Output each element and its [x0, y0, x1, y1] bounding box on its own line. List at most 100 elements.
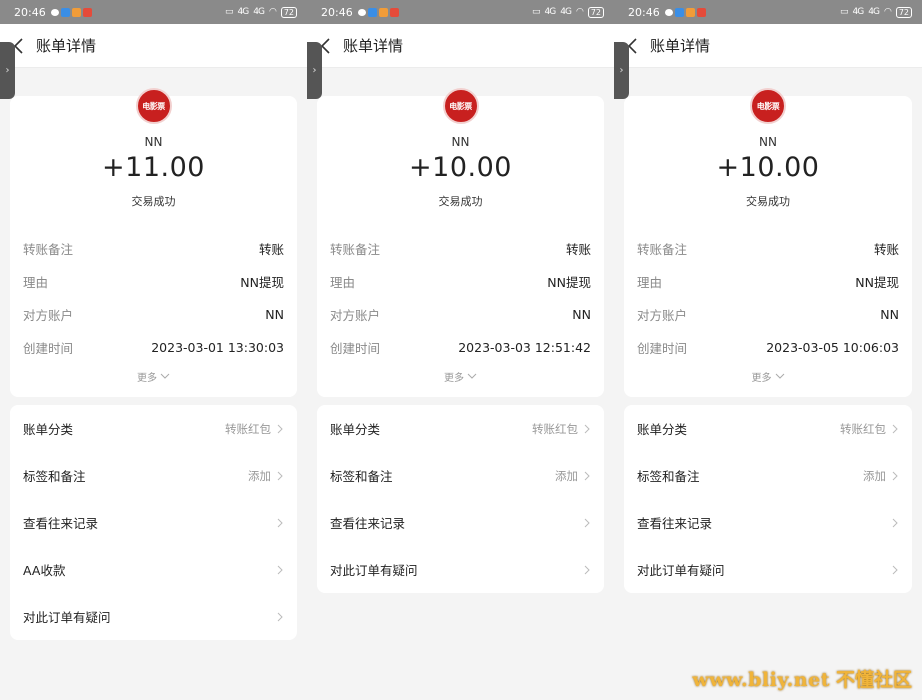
chat-notification-icon [50, 8, 59, 16]
menu-item-order-question[interactable]: 对此订单有疑问 [317, 546, 604, 593]
status-time: 20:46 [628, 5, 660, 19]
chevron-right-icon [275, 423, 285, 435]
more-toggle[interactable]: 更多 [624, 369, 912, 384]
nav-bar: 账单详情 [614, 24, 922, 68]
merchant-logo: 电影票 [135, 88, 172, 124]
app-notification-icon [367, 7, 377, 17]
detail-row-created-time: 创建时间 2023-03-03 12:51:42 [330, 339, 591, 356]
notification-icons [50, 7, 92, 17]
nav-bar: 账单详情 [307, 24, 614, 68]
merchant-logo: 电影票 [442, 88, 479, 124]
menu-item-aa-collect[interactable]: AA收款 [10, 546, 297, 593]
transaction-status: 交易成功 [438, 195, 483, 208]
app-notification-icon [685, 7, 695, 17]
app-notification-icon [696, 7, 706, 17]
battery-icon: 72 [895, 6, 912, 18]
bill-actions-card: 账单分类 转账红包 标签和备注 添加 查看往来记录 对此订单有疑问 [317, 405, 604, 593]
detail-row-counterparty: 对方账户 NN [330, 306, 591, 323]
detail-row-note: 转账备注 转账 [330, 241, 591, 257]
signal-icon: 4G [868, 7, 880, 17]
merchant-logo: 电影票 [750, 88, 786, 124]
status-time: 20:46 [14, 5, 46, 19]
vibrate-icon: ▭ [225, 7, 233, 17]
screenshot-collage: 20:46 ▭ 4G 4G ◠ 72 账单详情 › 电影票 NN +11.00 … [0, 0, 922, 700]
detail-row-counterparty: 对方账户 NN [23, 306, 284, 323]
detail-row-note: 转账备注 转账 [23, 241, 284, 257]
menu-item-order-question[interactable]: 对此订单有疑问 [624, 546, 912, 593]
app-notification-icon [82, 7, 92, 17]
battery-icon: 72 [587, 6, 604, 18]
nav-bar: 账单详情 [0, 24, 307, 68]
chevron-right-icon [275, 470, 285, 482]
site-watermark: www.bliy.net 不懂社区 [692, 669, 912, 691]
page-title: 账单详情 [650, 37, 711, 55]
chevron-right-icon [275, 564, 285, 576]
menu-item-history[interactable]: 查看往来记录 [624, 499, 912, 546]
menu-item-bill-category[interactable]: 账单分类 转账红包 [624, 405, 912, 452]
chevron-down-icon [467, 371, 477, 382]
transaction-summary-card: 电影票 NN +10.00 交易成功 转账备注 转账 理由 NN提现 对方账户 … [624, 88, 912, 397]
phone-screen-2: 20:46 ▭ 4G 4G ◠ 72 账单详情 › 电影票 NN +10.00 … [307, 0, 614, 700]
chevron-right-icon [582, 517, 592, 529]
detail-row-note: 转账备注 转账 [637, 241, 899, 257]
menu-item-tags-notes[interactable]: 标签和备注 添加 [10, 452, 297, 499]
transaction-amount: +10.00 [716, 152, 820, 183]
chat-notification-icon [357, 8, 366, 16]
detail-row-created-time: 创建时间 2023-03-01 13:30:03 [23, 339, 284, 356]
wifi-icon: ◠ [883, 7, 892, 17]
signal-icon: 4G [560, 7, 572, 17]
menu-item-order-question[interactable]: 对此订单有疑问 [10, 593, 297, 640]
floating-side-handle[interactable]: › [307, 42, 322, 99]
signal-icon: 4G [237, 7, 250, 17]
wifi-icon: ◠ [268, 7, 277, 17]
menu-item-tags-notes[interactable]: 标签和备注 添加 [317, 452, 604, 499]
floating-side-handle[interactable]: › [0, 42, 15, 99]
transaction-summary-card: 电影票 NN +10.00 交易成功 转账备注 转账 理由 NN提现 对方账户 … [317, 88, 604, 397]
page-title: 账单详情 [36, 37, 97, 55]
transaction-status: 交易成功 [746, 195, 790, 208]
chevron-right-icon [890, 423, 900, 435]
vibrate-icon: ▭ [840, 7, 848, 17]
battery-icon: 72 [280, 6, 297, 18]
notification-icons [357, 7, 399, 17]
vibrate-icon: ▭ [532, 7, 540, 17]
chevron-right-icon [582, 470, 592, 482]
app-notification-icon [71, 7, 81, 17]
app-notification-icon [378, 7, 388, 17]
signal-icon: 4G [544, 7, 557, 17]
phone-screen-3: 20:46 ▭ 4G 4G ◠ 72 账单详情 › 电影票 NN +10.00 … [614, 0, 922, 700]
payee-name: NN [759, 135, 777, 149]
status-bar: 20:46 ▭ 4G 4G ◠ 72 [614, 0, 922, 24]
status-time: 20:46 [321, 5, 353, 19]
notification-icons [664, 7, 706, 17]
chat-notification-icon [664, 8, 673, 16]
chevron-right-icon [890, 470, 900, 482]
transaction-amount: +10.00 [409, 152, 512, 183]
phone-screen-1: 20:46 ▭ 4G 4G ◠ 72 账单详情 › 电影票 NN +11.00 … [0, 0, 307, 700]
chevron-right-icon [890, 564, 900, 576]
signal-icon: 4G [253, 7, 265, 17]
chevron-right-icon [890, 517, 900, 529]
signal-icon: 4G [852, 7, 865, 17]
more-toggle[interactable]: 更多 [10, 369, 297, 384]
status-bar: 20:46 ▭ 4G 4G ◠ 72 [307, 0, 614, 24]
menu-item-bill-category[interactable]: 账单分类 转账红包 [317, 405, 604, 452]
chevron-right-icon [275, 611, 285, 623]
transaction-summary-card: 电影票 NN +11.00 交易成功 转账备注 转账 理由 NN提现 对方账户 … [10, 88, 297, 397]
detail-row-reason: 理由 NN提现 [637, 274, 899, 290]
app-notification-icon [389, 7, 399, 17]
detail-row-reason: 理由 NN提现 [330, 274, 591, 290]
chevron-down-icon [160, 371, 170, 382]
bill-actions-card: 账单分类 转账红包 标签和备注 添加 查看往来记录 对此订单有疑问 [624, 405, 912, 593]
more-toggle[interactable]: 更多 [317, 369, 604, 384]
chevron-down-icon [775, 371, 785, 382]
menu-item-bill-category[interactable]: 账单分类 转账红包 [10, 405, 297, 452]
transaction-amount: +11.00 [102, 152, 205, 183]
transaction-status: 交易成功 [131, 195, 176, 208]
detail-row-counterparty: 对方账户 NN [637, 306, 899, 323]
status-bar: 20:46 ▭ 4G 4G ◠ 72 [0, 0, 307, 24]
menu-item-history[interactable]: 查看往来记录 [10, 499, 297, 546]
menu-item-tags-notes[interactable]: 标签和备注 添加 [624, 452, 912, 499]
menu-item-history[interactable]: 查看往来记录 [317, 499, 604, 546]
floating-side-handle[interactable]: › [614, 42, 629, 99]
